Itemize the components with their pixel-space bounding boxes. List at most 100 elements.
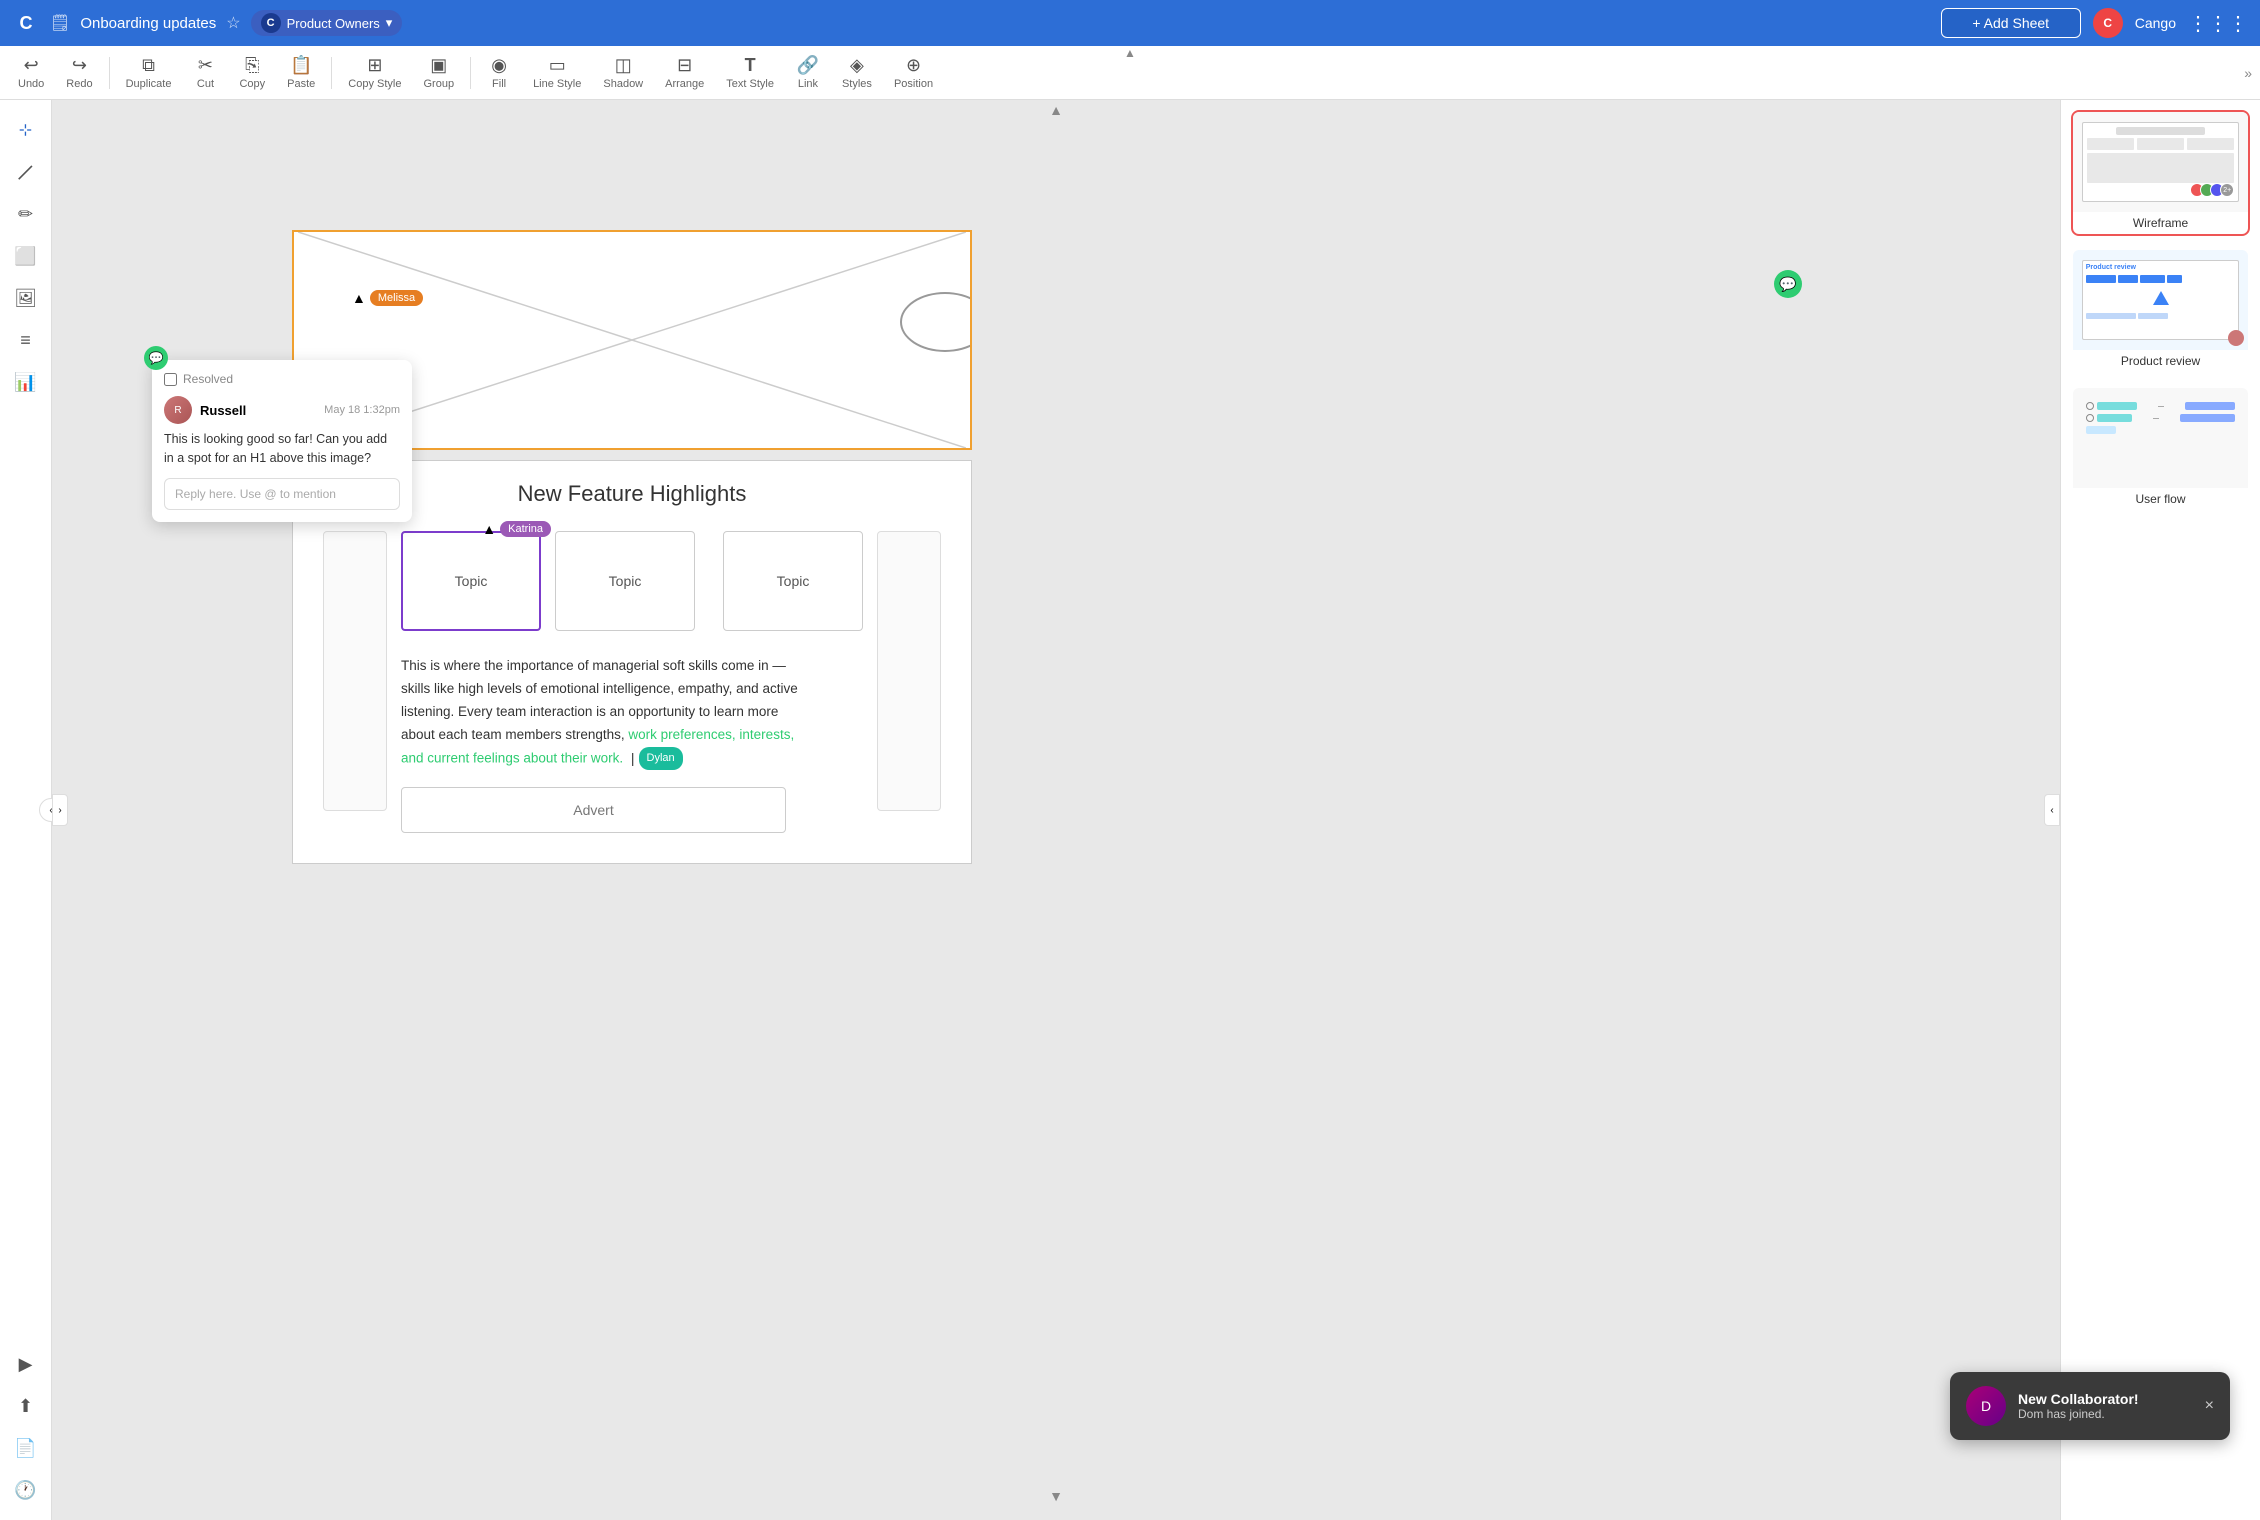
- text-style-button[interactable]: T Text Style: [716, 51, 784, 94]
- resolved-checkbox[interactable]: [164, 373, 177, 386]
- sheet-user-flow[interactable]: User flow: [2071, 386, 2250, 512]
- redo-button[interactable]: ↪ Redo: [56, 51, 102, 94]
- topbar: C 🗒 Onboarding updates ☆ C Product Owner…: [0, 0, 2260, 46]
- toast-close-button[interactable]: ×: [2205, 1397, 2214, 1415]
- topic-label-2: Topic: [609, 573, 642, 589]
- line-style-label: Line Style: [533, 78, 581, 90]
- uf-dot-2: [2086, 414, 2094, 422]
- product-review-label: Product review: [2073, 350, 2248, 372]
- paste-label: Paste: [287, 78, 315, 90]
- content-row: Topic ▲ Katrina Topic Topic: [323, 531, 941, 833]
- arrange-icon: ⊟: [677, 55, 692, 76]
- add-sheet-button[interactable]: + Add Sheet: [1941, 8, 2081, 38]
- sidebar-item-pencil[interactable]: ✏: [8, 196, 44, 232]
- line-style-button[interactable]: ▭ Line Style: [523, 51, 591, 94]
- wireframe-label: Wireframe: [2073, 212, 2248, 234]
- sidebar-item-page[interactable]: 📄: [8, 1430, 44, 1466]
- wf-cell-4: [2087, 153, 2235, 183]
- uf-bar-3: [2097, 414, 2132, 422]
- canvas-area[interactable]: ▲ 💬 ▲ Melissa 💬 Resolved R: [52, 100, 2060, 1520]
- user-avatar: C: [2093, 8, 2123, 38]
- topic-box-3[interactable]: Topic: [723, 531, 863, 631]
- duplicate-button[interactable]: ⧉ Duplicate: [116, 51, 182, 94]
- right-panel-expand-button[interactable]: ‹: [2044, 794, 2060, 826]
- sidebar-item-image[interactable]: 🖼: [8, 280, 44, 316]
- copy-style-button[interactable]: ⊞ Copy Style: [338, 51, 411, 94]
- uf-bar-2: [2185, 402, 2235, 410]
- toast-avatar: D: [1966, 1386, 2006, 1426]
- copy-style-label: Copy Style: [348, 78, 401, 90]
- sidebar-bottom: ▶ ⬆ 📄 🕐: [8, 1346, 44, 1508]
- uf-thumb-content: [2082, 398, 2240, 478]
- wireframe-thumb-content: 2+: [2082, 122, 2240, 202]
- document-title[interactable]: Onboarding updates: [80, 15, 216, 32]
- toolbar-collapse-arrow[interactable]: ▲: [1124, 46, 1136, 60]
- shadow-label: Shadow: [603, 78, 643, 90]
- pr-triangle-row: [2086, 289, 2236, 307]
- sidebar-item-select[interactable]: ⊹: [8, 112, 44, 148]
- sidebar-item-play[interactable]: ▶: [8, 1346, 44, 1382]
- apps-grid-icon[interactable]: ⋮⋮⋮: [2188, 11, 2248, 36]
- dylan-cursor-label: Dylan: [639, 747, 683, 770]
- pr-avatar: [2228, 330, 2244, 346]
- duplicate-icon: ⧉: [142, 55, 155, 76]
- dylan-cursor-arrow: |: [631, 747, 635, 771]
- wireframe-thumbnail: 2+: [2073, 112, 2248, 212]
- redo-label: Redo: [66, 78, 92, 90]
- separator-1: [109, 57, 110, 89]
- comment-icon-canvas[interactable]: 💬: [1774, 270, 1802, 298]
- fill-button[interactable]: ◉ Fill: [477, 51, 521, 94]
- left-panel-expand-button[interactable]: ›: [52, 794, 68, 826]
- toolbar-more[interactable]: »: [2244, 65, 2252, 81]
- chevron-up-icon[interactable]: ▲: [1049, 102, 1063, 118]
- uf-connector-2: [2153, 418, 2159, 419]
- sidebar-item-shapes[interactable]: ⬜: [8, 238, 44, 274]
- sheet-product-review[interactable]: Product review: [2071, 248, 2250, 374]
- wf-title-bar: [2116, 127, 2205, 135]
- workspace-badge[interactable]: C Product Owners ▾: [251, 10, 403, 36]
- sidebar-item-line[interactable]: |: [0, 147, 51, 198]
- paste-icon: 📋: [290, 55, 312, 76]
- text-style-icon: T: [745, 55, 756, 76]
- uf-row-1: [2086, 402, 2236, 410]
- pr-block-5: [2086, 313, 2136, 319]
- sidebar-item-upload[interactable]: ⬆: [8, 1388, 44, 1424]
- cut-button[interactable]: ✂ Cut: [183, 51, 227, 94]
- workspace-letter: C: [261, 13, 281, 33]
- copy-icon: ⎘: [245, 55, 259, 76]
- comment-header: R Russell May 18 1:32pm: [164, 396, 400, 424]
- comment-reply-input[interactable]: Reply here. Use @ to mention: [164, 478, 400, 510]
- arrange-button[interactable]: ⊟ Arrange: [655, 51, 714, 94]
- styles-button[interactable]: ◈ Styles: [832, 51, 882, 94]
- sidebar-item-text[interactable]: ≡: [8, 322, 44, 358]
- link-button[interactable]: 🔗 Link: [786, 51, 830, 94]
- arrange-label: Arrange: [665, 78, 704, 90]
- wf-cell-3: [2187, 138, 2234, 150]
- sidebar-item-history[interactable]: 🕐: [8, 1472, 44, 1508]
- topic-box-1[interactable]: Topic: [401, 531, 541, 631]
- topic-grid: Topic ▲ Katrina Topic Topic: [401, 531, 863, 631]
- section-heading: New Feature Highlights: [323, 481, 941, 507]
- app-logo: C: [12, 9, 40, 37]
- group-label: Group: [423, 78, 454, 90]
- position-button[interactable]: ⊕ Position: [884, 51, 943, 94]
- sidebar-item-chart[interactable]: 📊: [8, 364, 44, 400]
- sheet-wireframe[interactable]: 2+ Wireframe: [2071, 110, 2250, 236]
- toolbar: ↩ Undo ↪ Redo ⧉ Duplicate ✂ Cut ⎘ Copy 📋…: [0, 46, 2260, 100]
- group-button[interactable]: ▣ Group: [413, 51, 464, 94]
- line-style-icon: ▭: [549, 55, 566, 76]
- shadow-button[interactable]: ◫ Shadow: [593, 51, 653, 94]
- undo-button[interactable]: ↩ Undo: [8, 51, 54, 94]
- dylan-cursor: | Dylan: [631, 747, 683, 771]
- chevron-down-icon[interactable]: ▼: [1049, 1488, 1063, 1504]
- copy-button[interactable]: ⎘ Copy: [229, 51, 275, 94]
- star-icon[interactable]: ☆: [226, 13, 240, 33]
- link-label: Link: [798, 78, 818, 90]
- paste-button[interactable]: 📋 Paste: [277, 51, 325, 94]
- undo-icon: ↩: [24, 55, 39, 76]
- comment-timestamp: May 18 1:32pm: [324, 404, 400, 416]
- comment-resolved-row: Resolved: [164, 372, 400, 386]
- uf-bar-4: [2180, 414, 2235, 422]
- topic-box-2[interactable]: Topic: [555, 531, 695, 631]
- styles-label: Styles: [842, 78, 872, 90]
